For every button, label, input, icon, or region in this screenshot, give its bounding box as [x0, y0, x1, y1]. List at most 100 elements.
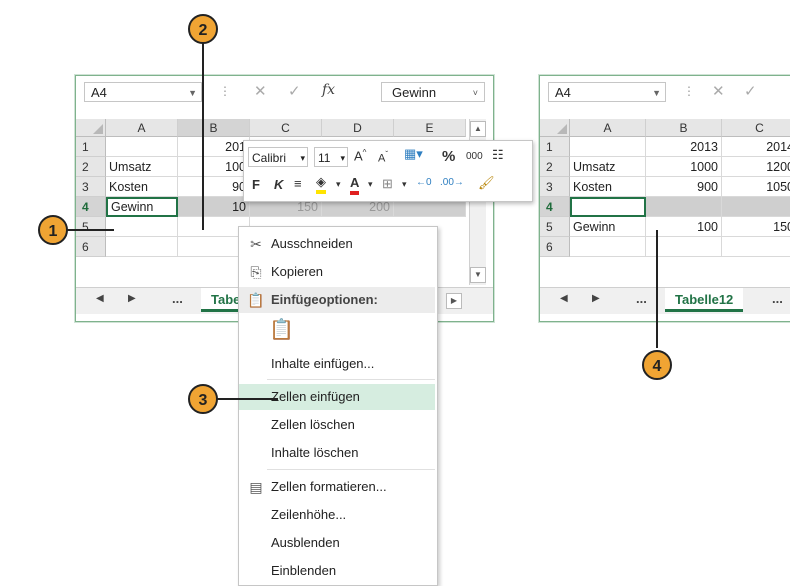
cell[interactable]: 150: [722, 217, 790, 237]
cell[interactable]: Umsatz: [106, 157, 178, 177]
row-header[interactable]: 1: [76, 137, 106, 157]
format-painter-icon[interactable]: 🖌: [478, 175, 495, 191]
cell[interactable]: [106, 137, 178, 157]
cell[interactable]: 1050: [722, 177, 790, 197]
menu-item-hide[interactable]: Ausblenden: [239, 530, 435, 556]
cell[interactable]: 90: [178, 177, 250, 197]
menu-item-insert-cells[interactable]: Zellen einfügen: [239, 384, 435, 410]
row-header[interactable]: 3: [76, 177, 106, 197]
cell[interactable]: 900: [646, 177, 722, 197]
tab-scroll-right-icon[interactable]: ▶: [592, 293, 600, 304]
cell[interactable]: 2014: [722, 137, 790, 157]
table-format-icon[interactable]: ☷: [492, 147, 504, 163]
enter-icon[interactable]: ✓: [288, 82, 301, 100]
cell[interactable]: Gewinn: [570, 217, 646, 237]
menu-item-clear-contents[interactable]: Inhalte löschen: [239, 440, 435, 466]
chevron-down-icon[interactable]: ▾: [340, 148, 345, 168]
cell[interactable]: Kosten: [570, 177, 646, 197]
bold-button[interactable]: F: [252, 177, 260, 192]
column-header-a[interactable]: A: [106, 119, 178, 137]
row-header[interactable]: 2: [76, 157, 106, 177]
percent-button[interactable]: %: [442, 148, 455, 165]
cell[interactable]: 1200: [722, 157, 790, 177]
tab-scroll-left-icon[interactable]: ◀: [96, 293, 104, 304]
chevron-down-icon[interactable]: ▼: [188, 83, 197, 103]
name-box[interactable]: A4 ▼: [548, 82, 666, 102]
chevron-down-icon[interactable]: ▾: [336, 179, 341, 190]
scroll-up-icon[interactable]: ▲: [470, 121, 486, 137]
italic-button[interactable]: K: [274, 177, 283, 192]
column-header-d[interactable]: D: [322, 119, 394, 137]
chevron-down-icon[interactable]: ▾: [402, 179, 407, 190]
active-cell[interactable]: [570, 197, 646, 217]
font-size-select[interactable]: 11 ▾: [314, 147, 348, 167]
cell[interactable]: 201: [178, 137, 250, 157]
cell[interactable]: [570, 137, 646, 157]
cancel-icon[interactable]: ✕: [254, 82, 267, 100]
menu-item-copy[interactable]: ⎘ Kopieren: [239, 259, 435, 285]
cell[interactable]: 1000: [646, 157, 722, 177]
row-header[interactable]: 3: [540, 177, 570, 197]
row-header[interactable]: 6: [540, 237, 570, 257]
column-header-b[interactable]: B: [178, 119, 250, 137]
chevron-down-icon[interactable]: ˅: [473, 83, 478, 103]
row-header[interactable]: 6: [76, 237, 106, 257]
row-header-selected[interactable]: 4: [540, 197, 570, 217]
shrink-font-icon[interactable]: Aˇ: [378, 150, 388, 165]
active-cell[interactable]: Gewinn: [106, 197, 178, 217]
tab-more[interactable]: ...: [772, 291, 783, 306]
column-header-e[interactable]: E: [394, 119, 466, 137]
column-header-b[interactable]: B: [646, 119, 722, 137]
cell[interactable]: [106, 217, 178, 237]
align-icon[interactable]: ≡: [294, 176, 302, 191]
cell[interactable]: [722, 237, 790, 257]
grow-font-icon[interactable]: A^: [354, 148, 366, 163]
cancel-icon[interactable]: ✕: [712, 82, 725, 100]
paste-option-button[interactable]: 📋: [269, 317, 294, 343]
function-icon[interactable]: fx: [322, 82, 335, 98]
tab-more[interactable]: ...: [636, 291, 647, 306]
chevron-down-icon[interactable]: ▾: [368, 179, 373, 190]
tab-more[interactable]: ...: [172, 291, 183, 306]
font-name-select[interactable]: Calibri ▾: [248, 147, 308, 167]
row-header[interactable]: 2: [540, 157, 570, 177]
cell[interactable]: 2013: [646, 137, 722, 157]
select-all-corner[interactable]: [76, 119, 106, 137]
scroll-down-icon[interactable]: ▼: [470, 267, 486, 283]
formula-input[interactable]: Gewinn ˅: [381, 82, 485, 102]
fill-color-icon[interactable]: ◈: [316, 174, 326, 194]
format-style-icon[interactable]: ▦▾: [404, 146, 423, 162]
increase-decimal-icon[interactable]: ←0: [416, 177, 432, 188]
chevron-down-icon[interactable]: ▾: [300, 148, 305, 168]
column-header-c[interactable]: C: [250, 119, 322, 137]
cell[interactable]: 100: [178, 157, 250, 177]
decrease-decimal-icon[interactable]: .00→: [440, 177, 464, 188]
thousands-button[interactable]: 000: [466, 151, 483, 162]
column-header-a[interactable]: A: [570, 119, 646, 137]
enter-icon[interactable]: ✓: [744, 82, 757, 100]
menu-item-unhide[interactable]: Einblenden: [239, 558, 435, 584]
menu-item-row-height[interactable]: Zeilenhöhe...: [239, 502, 435, 528]
menu-item-delete-cells[interactable]: Zellen löschen: [239, 412, 435, 438]
menu-item-paste-special[interactable]: Inhalte einfügen...: [239, 351, 435, 377]
cell[interactable]: [646, 197, 722, 217]
tab-scroll-left-icon[interactable]: ◀: [560, 293, 568, 304]
cell[interactable]: 10: [178, 197, 250, 217]
row-header[interactable]: 5: [76, 217, 106, 237]
font-color-icon[interactable]: A: [350, 175, 360, 195]
row-header[interactable]: 5: [540, 217, 570, 237]
tab-scroll-right-icon[interactable]: ▶: [128, 293, 136, 304]
column-header-c[interactable]: C: [722, 119, 790, 137]
cell[interactable]: [106, 237, 178, 257]
cell[interactable]: Kosten: [106, 177, 178, 197]
cell[interactable]: Umsatz: [570, 157, 646, 177]
menu-item-cut[interactable]: ✂ Ausschneiden: [239, 231, 435, 257]
cell[interactable]: [570, 237, 646, 257]
select-all-corner[interactable]: [540, 119, 570, 137]
borders-icon[interactable]: ⊞: [382, 176, 393, 192]
row-header[interactable]: 1: [540, 137, 570, 157]
row-header-selected[interactable]: 4: [76, 197, 106, 217]
sheet-tab-active[interactable]: Tabelle12: [665, 288, 744, 312]
cell[interactable]: [722, 197, 790, 217]
name-box[interactable]: A4 ▼: [84, 82, 202, 102]
